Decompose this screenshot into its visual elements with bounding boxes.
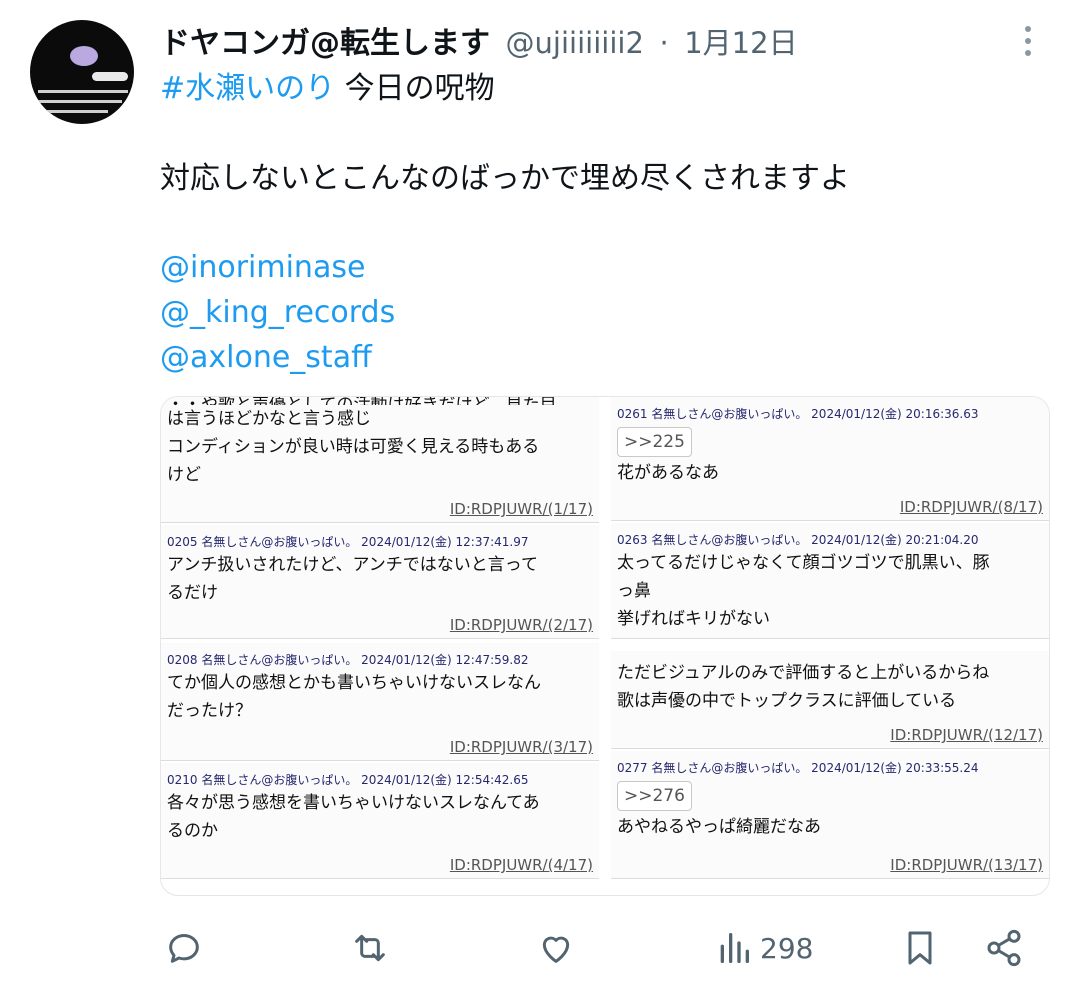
retweet-icon xyxy=(355,934,385,962)
post-line: るだけ xyxy=(167,583,218,603)
board-post: 0205 名無しさん@お腹いっぱい。 2024/01/12(金) 12:37:4… xyxy=(161,525,599,639)
retweet-button[interactable] xyxy=(350,920,390,976)
post-line: るのか xyxy=(167,821,218,841)
post-line: っ鼻 xyxy=(617,581,651,601)
post-line: けど xyxy=(167,465,201,485)
tweet-header: ドヤコンガ@転生します @ujiiiiiiii2 · 1月12日 xyxy=(160,18,798,64)
attached-image[interactable]: ・・や歌と声優としての活動は好きだけど、見た目 は言うほどかなと言う感じ コンデ… xyxy=(160,396,1050,896)
board-post: ・・や歌と声優としての活動は好きだけど、見た目 は言うほどかなと言う感じ コンデ… xyxy=(161,397,599,523)
share-button[interactable] xyxy=(984,920,1024,976)
post-meta: 0210 名無しさん@お腹いっぱい。 2024/01/12(金) 12:54:4… xyxy=(167,773,529,787)
avatar-image-detail xyxy=(70,46,98,66)
post-id: ID:RDPJUWR/(8/17) xyxy=(899,498,1043,516)
board-post: 0263 名無しさん@お腹いっぱい。 2024/01/12(金) 20:21:0… xyxy=(611,523,1049,639)
post-meta: 0208 名無しさん@お腹いっぱい。 2024/01/12(金) 12:47:5… xyxy=(167,653,529,667)
avatar-image-detail xyxy=(38,100,122,103)
post-id: ID:RDPJUWR/(3/17) xyxy=(449,738,593,756)
post-line: は言うほどかなと言う感じ xyxy=(167,409,371,429)
post-line: 太ってるだけじゃなくて顔ゴツゴツで肌黒い、豚 xyxy=(617,553,990,573)
header-separator: · xyxy=(659,26,669,60)
board-post: 0208 名無しさん@お腹いっぱい。 2024/01/12(金) 12:47:5… xyxy=(161,643,599,761)
post-line: 挙げればキリがない xyxy=(617,609,770,629)
reply-button[interactable] xyxy=(164,920,204,976)
views-bar-chart-icon xyxy=(720,933,749,963)
heart-icon xyxy=(542,936,570,963)
post-id: ID:RDPJUWR/(2/17) xyxy=(449,616,593,634)
post-meta: 0263 名無しさん@お腹いっぱい。 2024/01/12(金) 20:21:0… xyxy=(617,533,979,547)
post-line: 各々が思う感想を書いちゃいけないスレなんてあ xyxy=(167,793,540,813)
image-column-left: ・・や歌と声優としての活動は好きだけど、見た目 は言うほどかなと言う感じ コンデ… xyxy=(161,397,599,895)
tweet-text: #水瀬いのり 今日の呪物 対応しないとこんなのばっかで埋め尽くされますよ @in… xyxy=(160,66,1040,380)
post-line: あやねるやっぱ綺麗だなあ xyxy=(617,817,821,837)
share-icon xyxy=(987,929,1021,967)
quote-anchor: >>276 xyxy=(617,781,692,811)
post-line: 花があるなあ xyxy=(617,463,719,483)
tweet-text-line: 今日の呪物 xyxy=(335,71,495,106)
board-post: 0277 名無しさん@お腹いっぱい。 2024/01/12(金) 20:33:5… xyxy=(611,751,1049,879)
image-column-right: 0261 名無しさん@お腹いっぱい。 2024/01/12(金) 20:16:3… xyxy=(611,397,1049,895)
post-meta: 0261 名無しさん@お腹いっぱい。 2024/01/12(金) 20:16:3… xyxy=(617,407,979,421)
board-post: 0210 名無しさん@お腹いっぱい。 2024/01/12(金) 12:54:4… xyxy=(161,763,599,879)
avatar-image-detail xyxy=(38,110,108,113)
post-line: ただビジュアルのみで評価すると上がいるからね xyxy=(617,663,990,683)
avatar-image-detail xyxy=(38,90,128,93)
post-line: アンチ扱いされたけど、アンチではないと言って xyxy=(167,555,538,575)
quote-anchor: >>225 xyxy=(617,427,692,457)
post-line: てか個人の感想とかも書いちゃいけないスレなん xyxy=(167,673,541,693)
post-id: ID:RDPJUWR/(4/17) xyxy=(449,856,593,874)
post-fragment: ・・や歌と声優としての活動は好きだけど、見た目 xyxy=(167,397,593,405)
more-options-icon[interactable] xyxy=(1018,22,1038,62)
mention-link[interactable]: @_king_records xyxy=(160,295,395,330)
post-line: 歌は声優の中でトップクラスに評価している xyxy=(617,691,957,711)
post-line: だったけ？ xyxy=(167,701,252,721)
bookmark-icon xyxy=(908,931,932,965)
post-meta: 0205 名無しさん@お腹いっぱい。 2024/01/12(金) 12:37:4… xyxy=(167,535,529,549)
like-button[interactable] xyxy=(536,920,576,976)
tweet-text-line: 対応しないとこんなのばっかで埋め尽くされますよ xyxy=(160,161,850,196)
avatar-image-detail xyxy=(92,72,128,81)
post-id: ID:RDPJUWR/(12/17) xyxy=(890,726,1043,744)
author-display-name[interactable]: ドヤコンガ@転生します xyxy=(160,26,490,61)
mention-link[interactable]: @inoriminase xyxy=(160,250,365,285)
hashtag-link[interactable]: #水瀬いのり xyxy=(160,71,335,106)
post-id: ID:RDPJUWR/(13/17) xyxy=(890,856,1043,874)
post-text: は言うほどかなと言う感じ コンディションが良い時は可愛く見える時もある けど xyxy=(167,405,593,489)
post-meta: 0277 名無しさん@お腹いっぱい。 2024/01/12(金) 20:33:5… xyxy=(617,761,979,775)
post-line: コンディションが良い時は可愛く見える時もある xyxy=(167,437,540,457)
tweet-action-bar: 298 xyxy=(160,920,1040,976)
reply-icon xyxy=(169,934,199,963)
board-post: 0261 名無しさん@お腹いっぱい。 2024/01/12(金) 20:16:3… xyxy=(611,397,1049,521)
views-count: 298 xyxy=(760,931,814,965)
mention-link[interactable]: @axlone_staff xyxy=(160,340,372,375)
views-button[interactable]: 298 xyxy=(714,920,813,976)
author-handle[interactable]: @ujiiiiiiii2 xyxy=(506,26,644,60)
post-id: ID:RDPJUWR/(1/17) xyxy=(449,500,593,518)
bookmark-button[interactable] xyxy=(900,920,940,976)
tweet-date[interactable]: 1月12日 xyxy=(684,26,797,60)
board-post: ただビジュアルのみで評価すると上がいるからね 歌は声優の中でトップクラスに評価し… xyxy=(611,651,1049,749)
author-avatar[interactable] xyxy=(30,20,134,124)
